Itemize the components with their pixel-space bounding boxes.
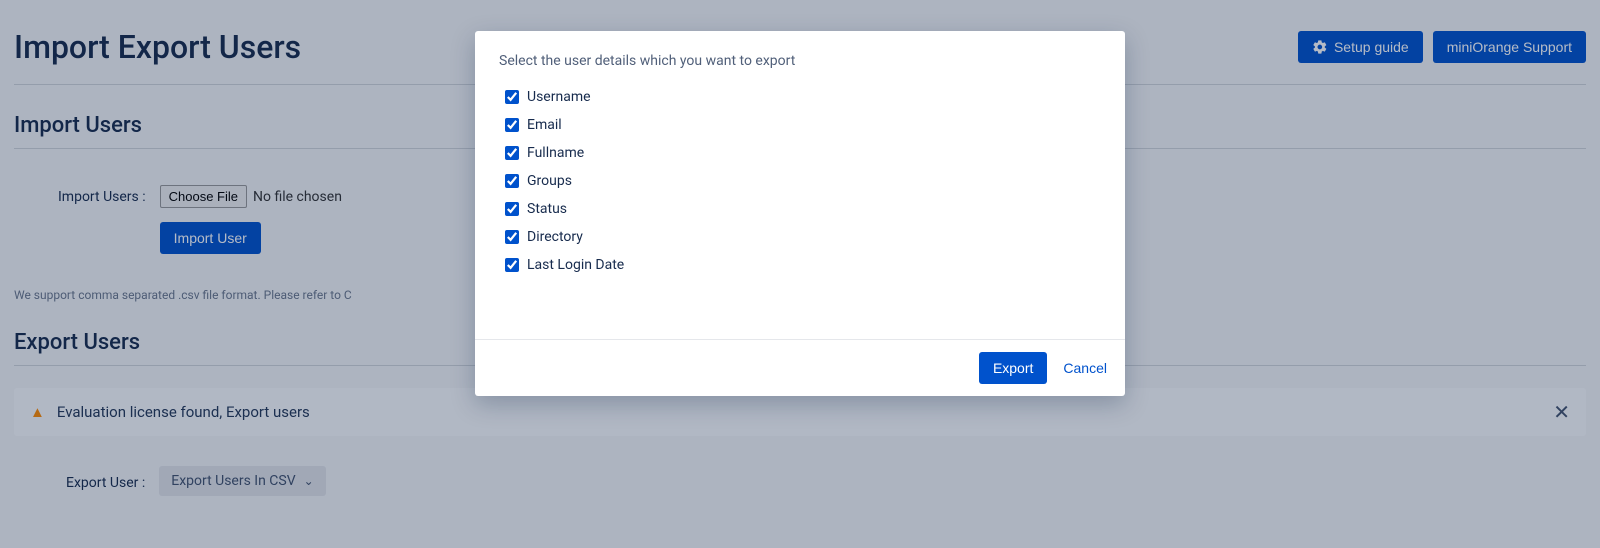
modal-instruction: Select the user details which you want t… bbox=[499, 53, 1101, 69]
checkbox-username[interactable] bbox=[505, 90, 519, 104]
export-button[interactable]: Export bbox=[979, 352, 1047, 384]
modal-overlay[interactable]: Select the user details which you want t… bbox=[0, 0, 1600, 548]
checkbox-email[interactable] bbox=[505, 118, 519, 132]
checkbox-row-directory[interactable]: Directory bbox=[499, 223, 1101, 251]
checkbox-row-username[interactable]: Username bbox=[499, 83, 1101, 111]
checkbox-label: Fullname bbox=[527, 145, 584, 161]
checkbox-label: Status bbox=[527, 201, 567, 217]
checkbox-label: Directory bbox=[527, 229, 583, 245]
checkbox-label: Email bbox=[527, 117, 562, 133]
checkbox-status[interactable] bbox=[505, 202, 519, 216]
cancel-button[interactable]: Cancel bbox=[1063, 360, 1107, 376]
checkbox-row-fullname[interactable]: Fullname bbox=[499, 139, 1101, 167]
checkbox-label: Groups bbox=[527, 173, 572, 189]
checkbox-row-email[interactable]: Email bbox=[499, 111, 1101, 139]
checkbox-row-status[interactable]: Status bbox=[499, 195, 1101, 223]
checkbox-last-login[interactable] bbox=[505, 258, 519, 272]
checkbox-label: Username bbox=[527, 89, 591, 105]
modal-footer: Export Cancel bbox=[475, 339, 1125, 396]
checkbox-directory[interactable] bbox=[505, 230, 519, 244]
checkbox-label: Last Login Date bbox=[527, 257, 624, 273]
checkbox-row-last-login[interactable]: Last Login Date bbox=[499, 251, 1101, 279]
checkbox-row-groups[interactable]: Groups bbox=[499, 167, 1101, 195]
checkbox-fullname[interactable] bbox=[505, 146, 519, 160]
export-fields-modal: Select the user details which you want t… bbox=[475, 31, 1125, 396]
checkbox-groups[interactable] bbox=[505, 174, 519, 188]
